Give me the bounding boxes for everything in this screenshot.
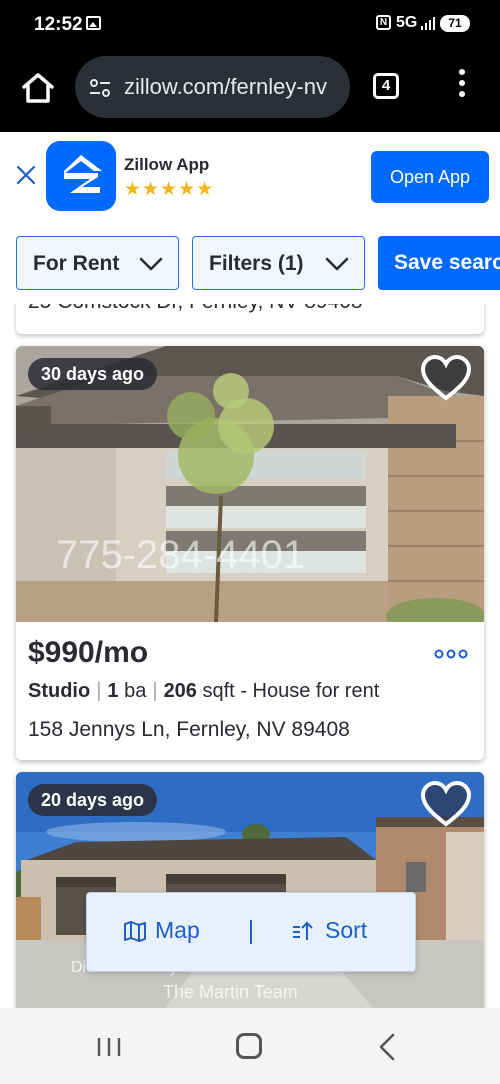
site-settings-icon[interactable] xyxy=(89,78,111,98)
nfc-icon: N xyxy=(376,15,391,30)
recent-apps-icon[interactable] xyxy=(96,1036,122,1058)
sqft-unit: sqft xyxy=(202,680,235,702)
save-search-button[interactable]: Save search xyxy=(378,236,500,290)
status-bar: 12:52 N 5G 71 xyxy=(0,0,500,50)
days-on-market-badge: 20 days ago xyxy=(28,784,158,816)
listing-photo[interactable]: Dickson Realty 775-284-4401 The Martin T… xyxy=(16,772,484,1008)
signal-icon xyxy=(421,17,435,30)
sort-button[interactable]: Sort xyxy=(291,917,367,947)
battery-indicator: 71 xyxy=(440,15,470,32)
for-rent-label: For Rent xyxy=(33,252,120,275)
listing-address: 25 Comstock Dr, Fernley, NV 89408 xyxy=(28,304,363,314)
days-on-market-badge: 30 days ago xyxy=(28,358,158,390)
sqft-value: 206 xyxy=(163,680,197,702)
listing-photo[interactable]: 775-284-4401 30 days ago xyxy=(16,346,484,622)
chevron-down-icon xyxy=(139,257,163,271)
for-rent-dropdown[interactable]: For Rent xyxy=(16,236,179,290)
listing-facts: Studio | 1 ba | 206 sqft - House for rent xyxy=(28,680,380,702)
url-text: zillow.com/fernley-nv xyxy=(124,74,327,99)
listing-card[interactable]: Dickson Realty 775-284-4401 The Martin T… xyxy=(16,772,484,1008)
system-nav-bar xyxy=(0,1008,500,1084)
home-nav-icon[interactable] xyxy=(236,1033,262,1059)
baths-value: 1 xyxy=(107,680,119,702)
sort-label: Sort xyxy=(325,917,368,943)
tab-switcher-button[interactable]: 4 xyxy=(373,73,399,99)
chevron-down-icon xyxy=(325,257,349,271)
map-sort-toolbar: Map Sort xyxy=(86,892,416,972)
baths-unit: ba xyxy=(124,680,147,702)
map-label: Map xyxy=(155,917,200,943)
listing-card[interactable]: 25 Comstock Dr, Fernley, NV 89408 xyxy=(16,304,484,334)
browser-toolbar: zillow.com/fernley-nv 4 xyxy=(0,50,500,132)
filter-bar: For Rent Filters (1) Save search xyxy=(0,224,500,304)
home-icon[interactable] xyxy=(20,70,56,106)
status-time: 12:52 xyxy=(34,14,83,35)
gallery-notification-icon xyxy=(86,16,101,30)
save-search-label: Save search xyxy=(394,251,500,274)
open-app-button[interactable]: Open App xyxy=(371,151,489,203)
map-icon xyxy=(124,921,146,942)
beds-value: Studio xyxy=(28,680,91,702)
app-install-banner: Zillow App ★★★★★ Open App xyxy=(0,132,500,225)
more-options-icon[interactable] xyxy=(434,649,468,659)
address-bar[interactable]: zillow.com/fernley-nv xyxy=(75,56,350,118)
filters-dropdown[interactable]: Filters (1) xyxy=(192,236,365,290)
listing-address[interactable]: 158 Jennys Ln, Fernley, NV 89408 xyxy=(28,718,350,742)
map-button[interactable]: Map xyxy=(123,917,200,947)
photo-watermark: The Martin Team xyxy=(163,982,298,1002)
listing-type: - House for rent xyxy=(240,680,380,702)
divider xyxy=(250,920,252,944)
close-icon[interactable] xyxy=(14,163,38,187)
heart-icon[interactable] xyxy=(420,780,472,828)
app-name: Zillow App xyxy=(124,155,210,174)
back-icon[interactable] xyxy=(378,1033,396,1061)
filters-label: Filters (1) xyxy=(209,252,304,275)
photo-watermark: 775-284-4401 xyxy=(56,533,305,577)
listing-card[interactable]: 775-284-4401 30 days ago $990/mo Studio |… xyxy=(16,346,484,760)
more-menu-icon[interactable] xyxy=(456,69,468,103)
heart-icon[interactable] xyxy=(420,354,472,402)
rating-stars: ★★★★★ xyxy=(124,179,215,200)
network-type: 5G xyxy=(396,14,418,31)
sort-icon xyxy=(293,921,313,940)
listing-price: $990/mo xyxy=(28,636,149,669)
zillow-logo xyxy=(46,141,116,211)
